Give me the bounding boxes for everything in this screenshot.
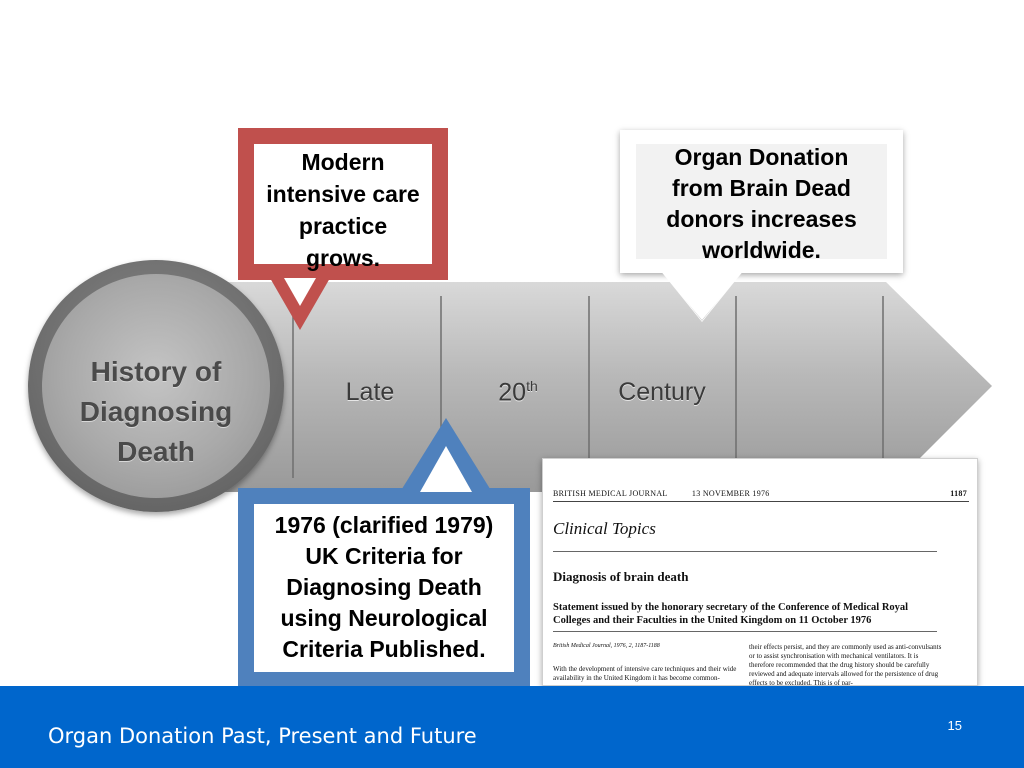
journal-clipping-image: BRITISH MEDICAL JOURNAL 13 NOVEMBER 1976… <box>542 458 978 686</box>
journal-statement: Statement issued by the honorary secreta… <box>553 602 909 626</box>
journal-citation: British Medical Journal, 1976, 2, 1187-1… <box>553 643 660 649</box>
journal-column-right: their effects persist, and they are comm… <box>749 643 942 686</box>
callout-pointer <box>400 418 492 492</box>
journal-article-title: Diagnosis of brain death <box>553 569 689 584</box>
footer-bar: Organ Donation Past, Present and Future … <box>0 686 1024 768</box>
callout-organ-donation-text: Organ Donation from Brain Dead donors in… <box>666 144 857 263</box>
footer-title: Organ Donation Past, Present and Future <box>48 724 477 748</box>
timeline-label-century: Century <box>618 378 706 406</box>
journal-column-left: With the development of intensive care t… <box>553 665 737 682</box>
callout-intensive-care: Modern intensive care practice grows. <box>238 128 448 280</box>
callout-uk-criteria: 1976 (clarified 1979) UK Criteria for Di… <box>238 488 530 688</box>
callout-uk-criteria-text: 1976 (clarified 1979) UK Criteria for Di… <box>274 512 494 662</box>
callout-organ-donation: Organ Donation from Brain Dead donors in… <box>620 130 903 273</box>
timeline-label-20th: 20th <box>498 378 538 407</box>
timeline-label-late: Late <box>345 378 395 406</box>
callout-intensive-care-text: Modern intensive care practice grows. <box>266 149 420 271</box>
circle-title: History of Diagnosing Death <box>79 356 233 467</box>
slide-number: 15 <box>947 718 962 733</box>
title-circle: History of Diagnosing Death <box>28 260 284 512</box>
callout-pointer <box>270 278 330 330</box>
callout-pointer <box>660 270 744 322</box>
journal-header: BRITISH MEDICAL JOURNAL 13 NOVEMBER 1976… <box>553 489 969 502</box>
journal-section-title: Clinical Topics <box>553 519 656 538</box>
